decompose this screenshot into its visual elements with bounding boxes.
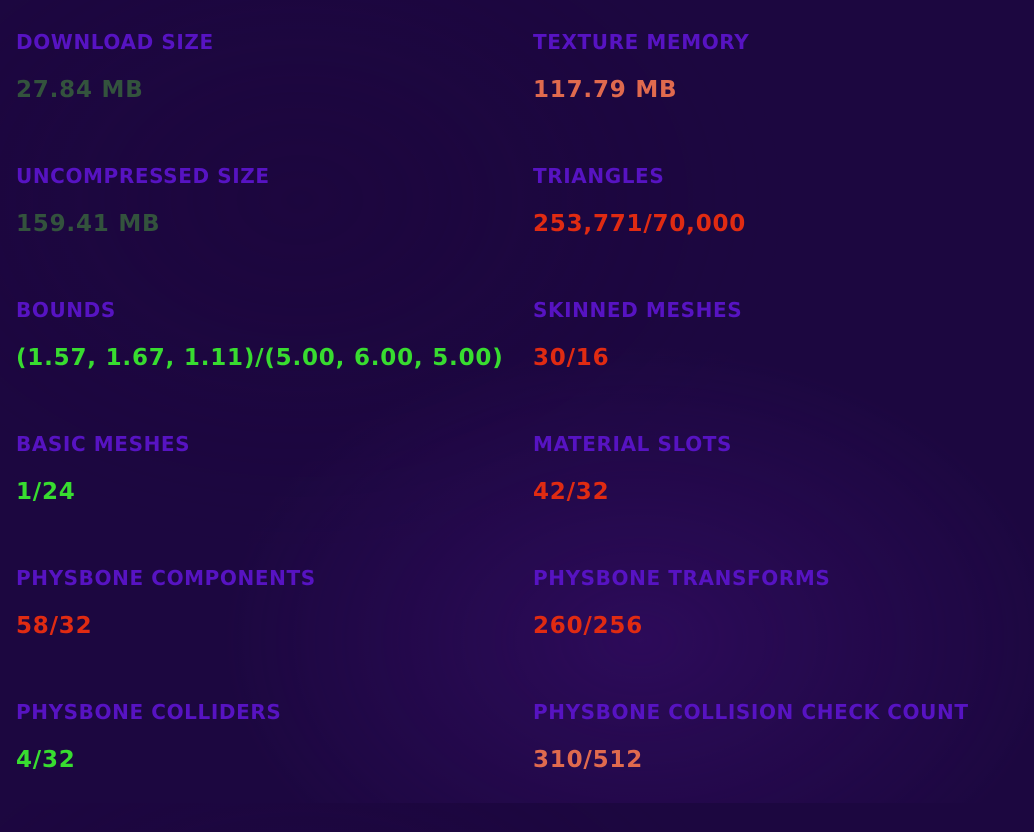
stat-label: UNCOMPRESSED SIZE xyxy=(16,164,270,188)
performance-stats-grid: DOWNLOAD SIZE 27.84 MB TEXTURE MEMORY 11… xyxy=(16,28,1016,832)
stat-skinned-meshes: SKINNED MESHES 30/16 xyxy=(533,296,1016,430)
stat-triangles: TRIANGLES 253,771/70,000 xyxy=(533,162,1016,296)
stat-value: 1/24 xyxy=(16,479,76,505)
stat-label: SKINNED MESHES xyxy=(533,298,743,322)
stat-label: PHYSBONE TRANSFORMS xyxy=(533,566,831,590)
stat-label: PHYSBONE COMPONENTS xyxy=(16,566,316,590)
stat-value: 310/512 xyxy=(533,747,644,773)
stat-value: (1.57, 1.67, 1.11)/(5.00, 6.00, 5.00) xyxy=(16,345,504,371)
stat-physbone-colliders: PHYSBONE COLLIDERS 4/32 xyxy=(16,698,533,832)
stat-label: DOWNLOAD SIZE xyxy=(16,30,214,54)
stat-label: PHYSBONE COLLISION CHECK COUNT xyxy=(533,700,969,724)
stat-label: BOUNDS xyxy=(16,298,116,322)
stat-value: 159.41 MB xyxy=(16,211,161,237)
stat-label: TEXTURE MEMORY xyxy=(533,30,750,54)
stat-material-slots: MATERIAL SLOTS 42/32 xyxy=(533,430,1016,564)
stat-value: 27.84 MB xyxy=(16,77,144,103)
stat-physbone-components: PHYSBONE COMPONENTS 58/32 xyxy=(16,564,533,698)
stat-value: 42/32 xyxy=(533,479,610,505)
stat-label: TRIANGLES xyxy=(533,164,665,188)
stat-value: 4/32 xyxy=(16,747,76,773)
stat-uncompressed-size: UNCOMPRESSED SIZE 159.41 MB xyxy=(16,162,533,296)
stat-value: 30/16 xyxy=(533,345,610,371)
stat-value: 253,771/70,000 xyxy=(533,211,747,237)
stat-download-size: DOWNLOAD SIZE 27.84 MB xyxy=(16,28,533,162)
stat-label: PHYSBONE COLLIDERS xyxy=(16,700,282,724)
stat-basic-meshes: BASIC MESHES 1/24 xyxy=(16,430,533,564)
stat-value: 260/256 xyxy=(533,613,644,639)
stat-value: 58/32 xyxy=(16,613,93,639)
stat-physbone-collision-check-count: PHYSBONE COLLISION CHECK COUNT 310/512 xyxy=(533,698,1016,832)
stat-texture-memory: TEXTURE MEMORY 117.79 MB xyxy=(533,28,1016,162)
stat-physbone-transforms: PHYSBONE TRANSFORMS 260/256 xyxy=(533,564,1016,698)
stat-value: 117.79 MB xyxy=(533,77,678,103)
stat-label: BASIC MESHES xyxy=(16,432,191,456)
stat-label: MATERIAL SLOTS xyxy=(533,432,733,456)
stat-bounds: BOUNDS (1.57, 1.67, 1.11)/(5.00, 6.00, 5… xyxy=(16,296,533,430)
